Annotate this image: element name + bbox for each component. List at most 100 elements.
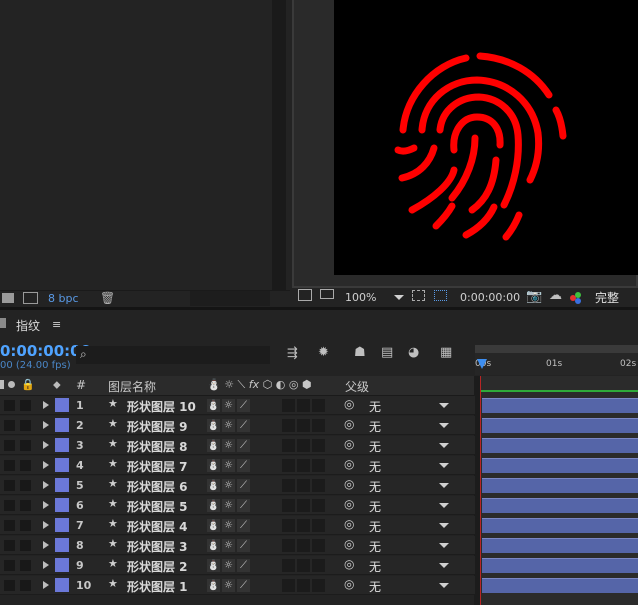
- blend-switch[interactable]: [297, 539, 310, 552]
- parent-select[interactable]: 无: [369, 458, 381, 475]
- frame-blending-icon[interactable]: ▤: [381, 345, 393, 360]
- transparency-grid-icon[interactable]: [434, 290, 447, 301]
- quality-switch-icon[interactable]: ⟋: [237, 559, 250, 572]
- label-color-chip[interactable]: [55, 418, 69, 432]
- layer-duration-bar[interactable]: [482, 558, 638, 573]
- layer-duration-bar[interactable]: [482, 478, 638, 493]
- 3d-switch[interactable]: [312, 399, 325, 412]
- always-preview-icon[interactable]: [298, 289, 312, 301]
- video-toggle[interactable]: [4, 460, 15, 471]
- quality-switch-icon[interactable]: ⟋: [237, 579, 250, 592]
- pick-whip-icon[interactable]: ◎: [344, 497, 354, 511]
- resolution-value[interactable]: 完整: [595, 289, 619, 306]
- expand-arrow-icon[interactable]: [43, 541, 49, 549]
- parent-dropdown-icon[interactable]: [439, 463, 449, 468]
- video-toggle[interactable]: [4, 400, 15, 411]
- parent-select[interactable]: 无: [369, 418, 381, 435]
- project-scroll-track[interactable]: [190, 291, 270, 306]
- layer-name[interactable]: 形状图层 7: [127, 458, 188, 475]
- layer-duration-bar[interactable]: [482, 538, 638, 553]
- expand-arrow-icon[interactable]: [43, 441, 49, 449]
- pick-whip-icon[interactable]: ◎: [344, 417, 354, 431]
- parent-dropdown-icon[interactable]: [439, 423, 449, 428]
- column-parent[interactable]: 父级: [345, 378, 369, 395]
- layer-row[interactable]: 6 ★ 形状图层 5 ⛄ ☼ ⟋ ◎ 无: [0, 496, 475, 515]
- layer-row[interactable]: 8 ★ 形状图层 3 ⛄ ☼ ⟋ ◎ 无: [0, 536, 475, 555]
- layer-name[interactable]: 形状图层 8: [127, 438, 188, 455]
- video-toggle[interactable]: [4, 540, 15, 551]
- collapse-switch-icon[interactable]: ☼: [222, 499, 235, 512]
- pick-whip-icon[interactable]: ◎: [344, 437, 354, 451]
- search-input[interactable]: ⌕: [76, 346, 270, 364]
- label-color-chip[interactable]: [55, 438, 69, 452]
- lock-toggle[interactable]: [20, 460, 31, 471]
- effect-switch[interactable]: [282, 539, 295, 552]
- layer-name[interactable]: 形状图层 5: [127, 498, 188, 515]
- color-channels-icon[interactable]: [570, 292, 582, 304]
- layer-duration-bar[interactable]: [482, 518, 638, 533]
- parent-dropdown-icon[interactable]: [439, 583, 449, 588]
- expand-arrow-icon[interactable]: [43, 561, 49, 569]
- collapse-switch-icon[interactable]: ☼: [222, 439, 235, 452]
- project-scrollbar[interactable]: [272, 0, 286, 290]
- label-color-chip[interactable]: [55, 558, 69, 572]
- label-color-chip[interactable]: [55, 578, 69, 592]
- collapse-switch-icon[interactable]: ☼: [222, 459, 235, 472]
- 3d-switch[interactable]: [312, 439, 325, 452]
- layer-duration-bar[interactable]: [482, 438, 638, 453]
- layer-row[interactable]: 10 ★ 形状图层 1 ⛄ ☼ ⟋ ◎ 无: [0, 576, 475, 595]
- viewer-timecode[interactable]: 0:00:00:00: [460, 291, 520, 304]
- blend-switch[interactable]: [297, 459, 310, 472]
- shy-switch-icon[interactable]: ⛄: [207, 399, 220, 412]
- quality-switch-icon[interactable]: ⟋: [237, 539, 250, 552]
- pick-whip-icon[interactable]: ◎: [344, 557, 354, 571]
- quality-switch-icon[interactable]: ⟋: [237, 499, 250, 512]
- layer-duration-bar[interactable]: [482, 458, 638, 473]
- pick-whip-icon[interactable]: ◎: [344, 517, 354, 531]
- label-color-chip[interactable]: [55, 518, 69, 532]
- layer-name[interactable]: 形状图层 3: [127, 538, 188, 555]
- layer-row[interactable]: 2 ★ 形状图层 9 ⛄ ☼ ⟋ ◎ 无: [0, 416, 475, 435]
- video-toggle[interactable]: [4, 520, 15, 531]
- parent-dropdown-icon[interactable]: [439, 403, 449, 408]
- layer-row[interactable]: 3 ★ 形状图层 8 ⛄ ☼ ⟋ ◎ 无: [0, 436, 475, 455]
- layer-row[interactable]: 4 ★ 形状图层 7 ⛄ ☼ ⟋ ◎ 无: [0, 456, 475, 475]
- parent-select[interactable]: 无: [369, 498, 381, 515]
- draft-3d-icon[interactable]: ✹: [318, 345, 329, 360]
- layer-name[interactable]: 形状图层 2: [127, 558, 188, 575]
- lock-toggle[interactable]: [20, 540, 31, 551]
- blend-switch[interactable]: [297, 399, 310, 412]
- shy-switch-icon[interactable]: ⛄: [207, 419, 220, 432]
- lock-toggle[interactable]: [20, 580, 31, 591]
- layer-duration-bar[interactable]: [482, 418, 638, 433]
- blend-switch[interactable]: [297, 519, 310, 532]
- video-toggle[interactable]: [4, 420, 15, 431]
- shy-switch-icon[interactable]: ⛄: [207, 539, 220, 552]
- collapse-switch-icon[interactable]: ☼: [222, 399, 235, 412]
- expand-arrow-icon[interactable]: [43, 461, 49, 469]
- 3d-switch[interactable]: [312, 559, 325, 572]
- tab-composition[interactable]: 指纹: [16, 317, 40, 334]
- layer-row[interactable]: 9 ★ 形状图层 2 ⛄ ☼ ⟋ ◎ 无: [0, 556, 475, 575]
- parent-select[interactable]: 无: [369, 558, 381, 575]
- 3d-switch[interactable]: [312, 459, 325, 472]
- blend-switch[interactable]: [297, 559, 310, 572]
- pick-whip-icon[interactable]: ◎: [344, 477, 354, 491]
- shy-switch-icon[interactable]: ⛄: [207, 459, 220, 472]
- lock-toggle[interactable]: [20, 420, 31, 431]
- blend-switch[interactable]: [297, 419, 310, 432]
- 3d-switch[interactable]: [312, 519, 325, 532]
- video-toggle[interactable]: [4, 580, 15, 591]
- bpc-label[interactable]: 8 bpc: [48, 292, 79, 305]
- layer-row[interactable]: 7 ★ 形状图层 4 ⛄ ☼ ⟋ ◎ 无: [0, 516, 475, 535]
- quality-switch-icon[interactable]: ⟋: [237, 419, 250, 432]
- parent-select[interactable]: 无: [369, 578, 381, 595]
- work-area-bar[interactable]: [475, 345, 638, 353]
- label-color-chip[interactable]: [55, 398, 69, 412]
- layer-duration-bar[interactable]: [482, 398, 638, 413]
- collapse-switch-icon[interactable]: ☼: [222, 419, 235, 432]
- shy-switch-icon[interactable]: ⛄: [207, 519, 220, 532]
- effect-switch[interactable]: [282, 559, 295, 572]
- parent-select[interactable]: 无: [369, 478, 381, 495]
- blend-switch[interactable]: [297, 499, 310, 512]
